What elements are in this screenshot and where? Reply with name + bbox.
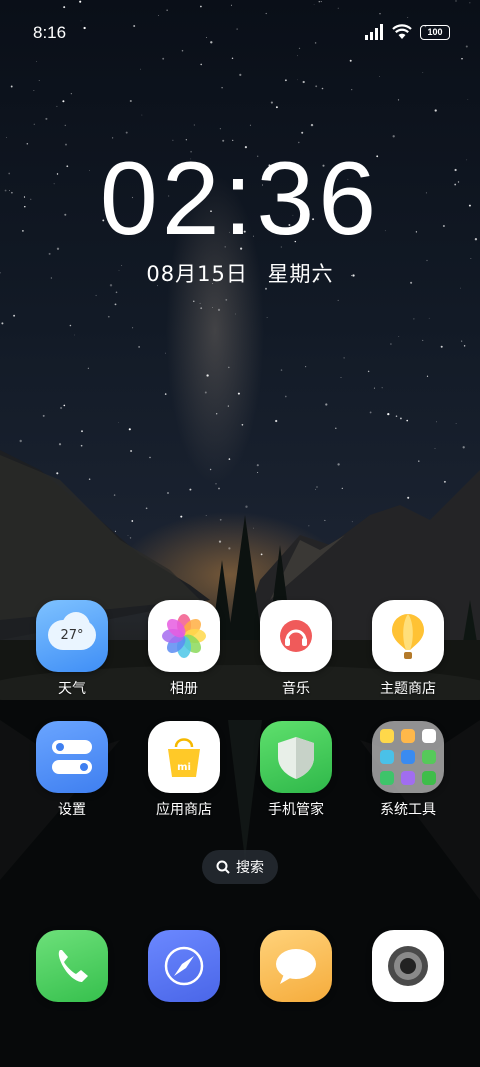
- date-line: 08月15日 星期六: [0, 258, 480, 288]
- lockscreen-clock[interactable]: 02:36: [0, 140, 480, 259]
- app-settings[interactable]: 设置: [20, 721, 124, 819]
- gallery-icon: [148, 600, 220, 672]
- app-label: 系统工具: [380, 802, 436, 818]
- app-security[interactable]: 手机管家: [244, 721, 348, 819]
- app-label: 音乐: [282, 681, 310, 697]
- app-store-icon: mi: [148, 721, 220, 793]
- settings-icon: [36, 721, 108, 793]
- weekday: 星期六: [267, 262, 334, 286]
- browser-icon: [148, 930, 220, 1002]
- app-system-tools-folder[interactable]: 系统工具: [356, 721, 460, 819]
- status-time: 8:16: [33, 23, 67, 42]
- system-tools-folder-icon: [372, 721, 444, 793]
- search-icon: [216, 860, 230, 874]
- app-weather[interactable]: 27° 天气: [20, 600, 124, 698]
- wifi-icon: [392, 24, 412, 39]
- phone-icon: [36, 930, 108, 1002]
- music-icon: [260, 600, 332, 672]
- app-label: 主题商店: [380, 681, 436, 697]
- search-button[interactable]: 搜索: [202, 850, 278, 884]
- app-label: 相册: [170, 681, 198, 697]
- status-bar: 8:16 100: [0, 0, 480, 64]
- camera-icon: [372, 930, 444, 1002]
- weather-icon: 27°: [36, 600, 108, 672]
- app-label: 设置: [58, 802, 86, 818]
- dock-phone[interactable]: [20, 930, 124, 1002]
- dock-camera[interactable]: [356, 930, 460, 1002]
- app-app-store[interactable]: mi 应用商店: [132, 721, 236, 819]
- signal-icon: [365, 24, 383, 40]
- app-label: 手机管家: [268, 802, 324, 818]
- messages-icon: [260, 930, 332, 1002]
- security-icon: [260, 721, 332, 793]
- dock-messages[interactable]: [244, 930, 348, 1002]
- battery-icon: 100: [420, 24, 450, 40]
- app-label: 应用商店: [156, 802, 212, 818]
- date: 08月15日: [146, 262, 248, 286]
- dock-browser[interactable]: [132, 930, 236, 1002]
- search-label: 搜索: [236, 860, 264, 876]
- app-gallery[interactable]: 相册: [132, 600, 236, 698]
- app-theme-store[interactable]: 主题商店: [356, 600, 460, 698]
- app-label: 天气: [58, 681, 86, 697]
- theme-store-icon: [372, 600, 444, 672]
- app-music[interactable]: 音乐: [244, 600, 348, 698]
